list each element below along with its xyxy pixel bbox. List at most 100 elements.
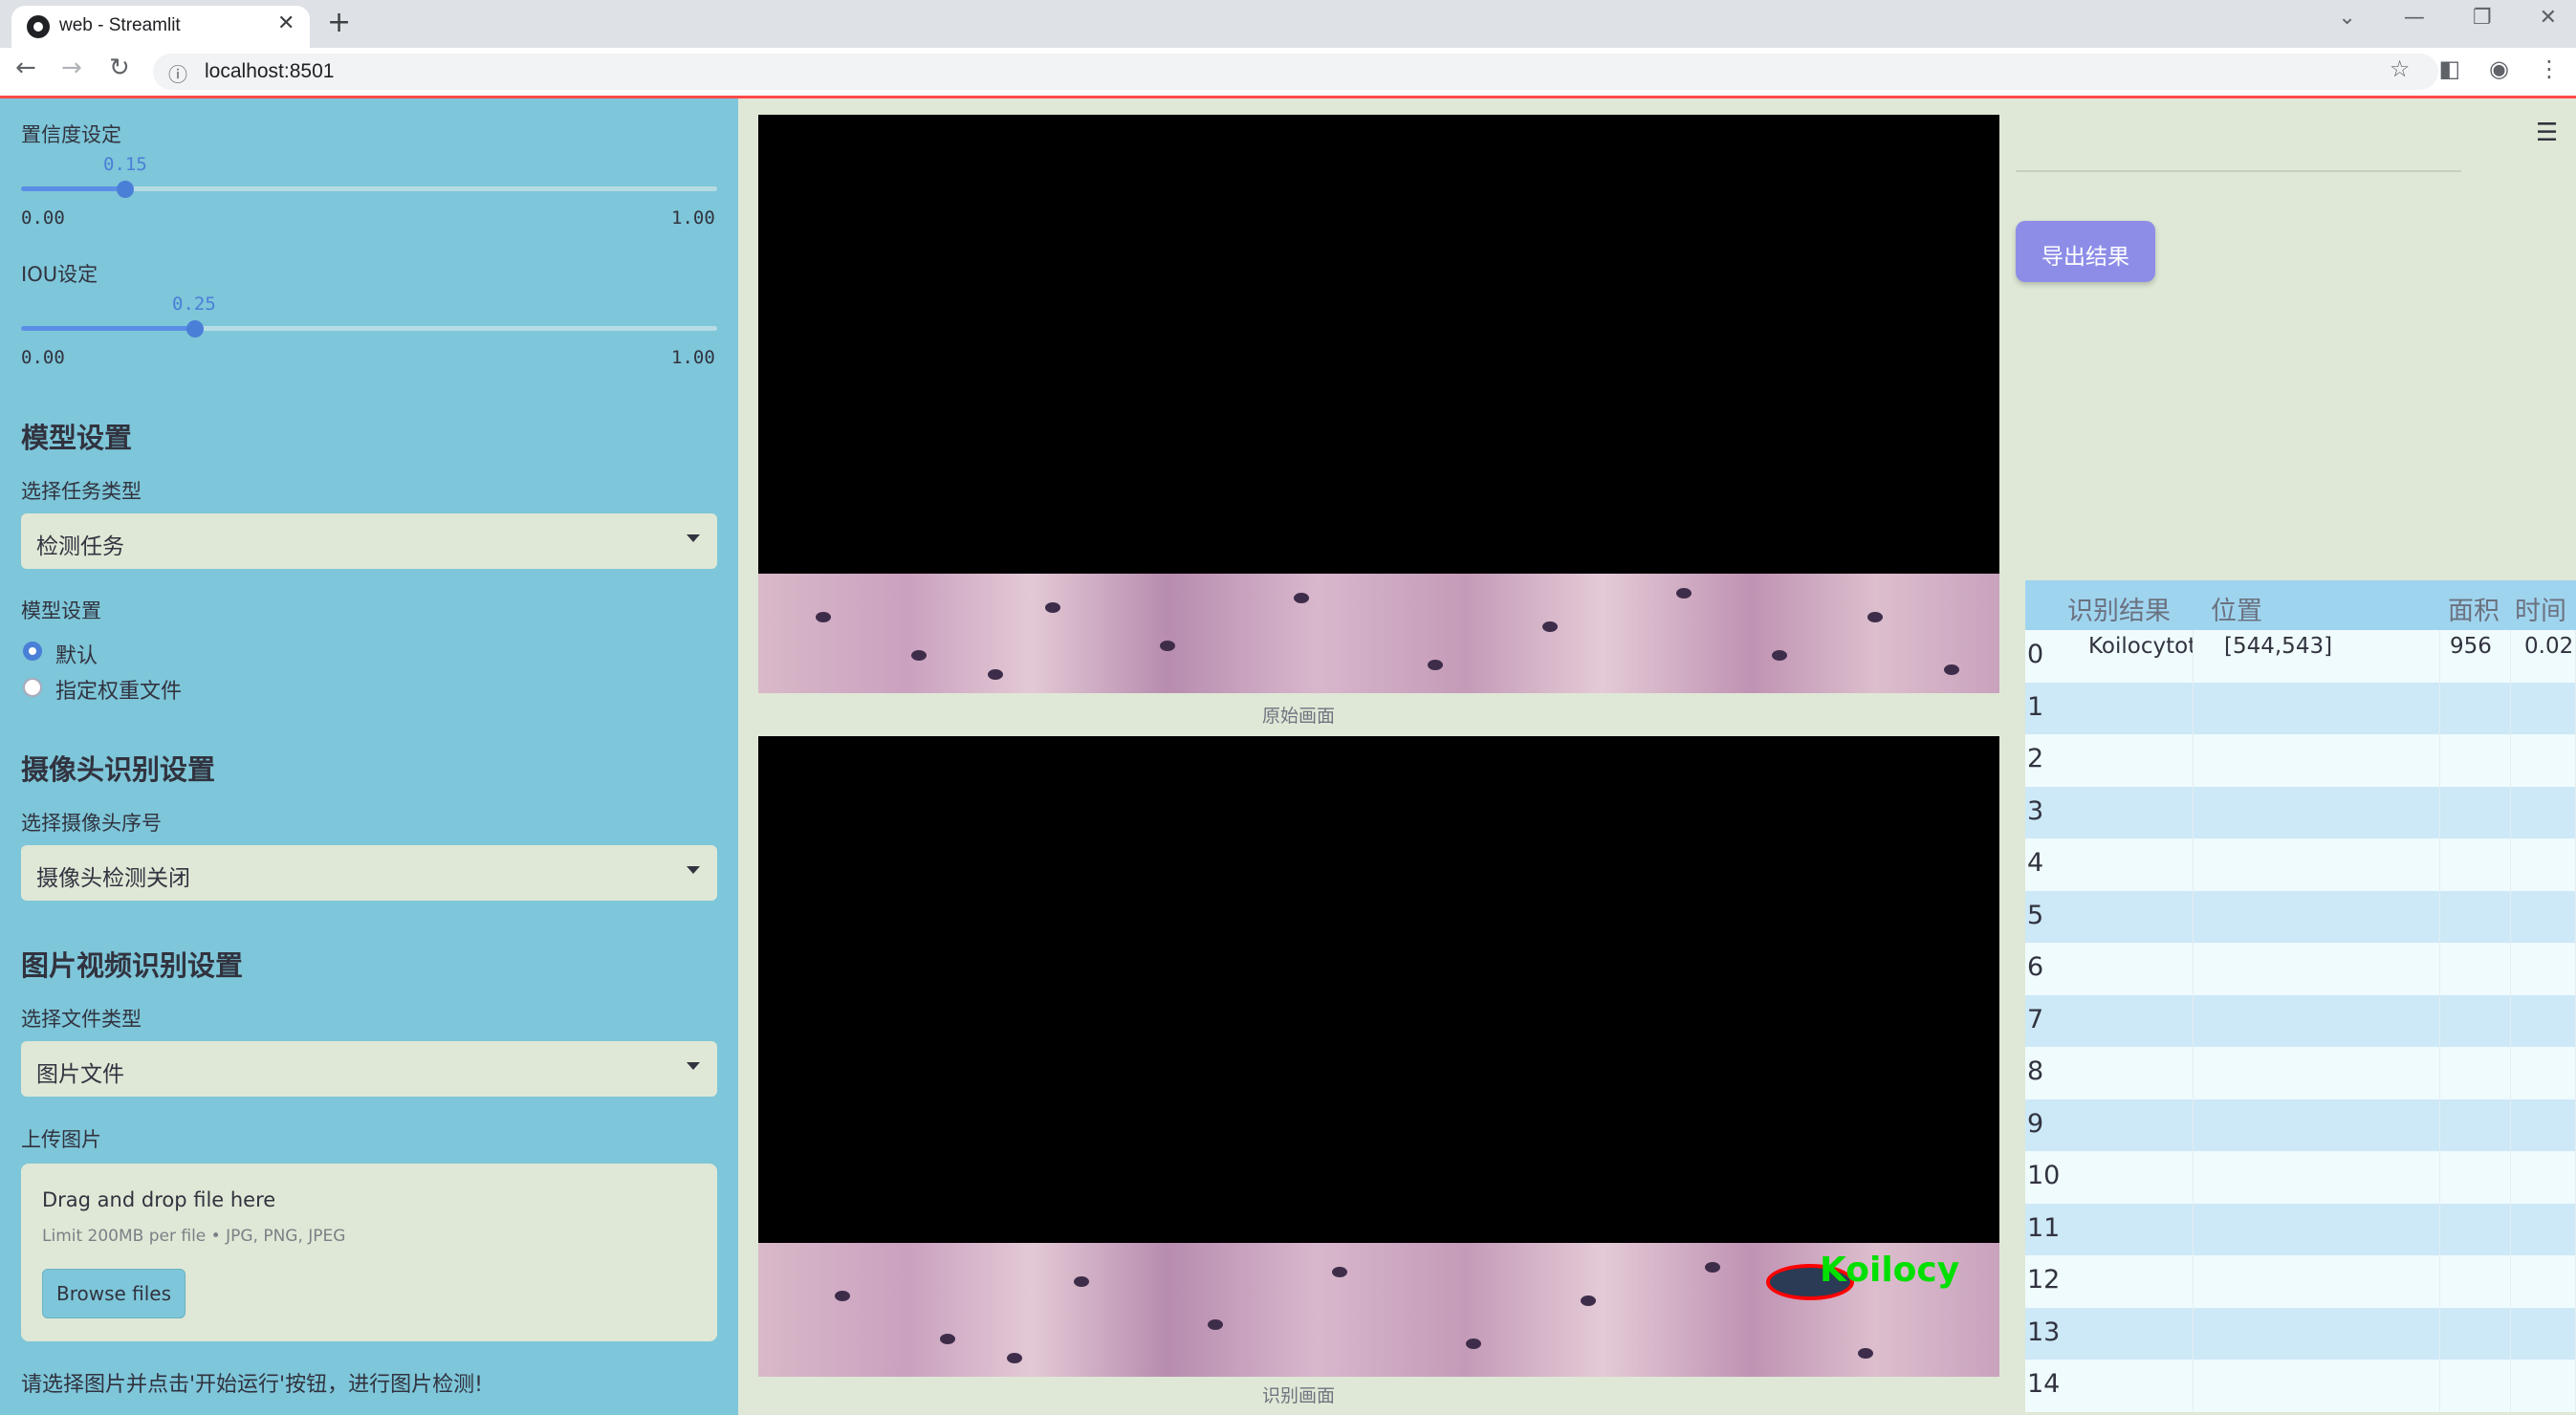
row-index: 3 xyxy=(2027,795,2044,826)
confidence-max: 1.00 xyxy=(671,207,715,229)
browser-tab-bar: web - Streamlit ✕ + ⌄ — ❐ ✕ xyxy=(0,0,2576,48)
header-result: 识别结果 xyxy=(2067,597,2171,626)
results-table[interactable]: 识别结果 位置 面积 时间 0Koilocytotic[544,543]9560… xyxy=(2025,580,2576,1412)
table-row[interactable]: 13 xyxy=(2025,1307,2576,1360)
iou-value: 0.25 xyxy=(172,294,216,315)
model-setting-label: 模型设置 xyxy=(21,599,101,622)
radio-default-label: 默认 xyxy=(55,644,98,668)
restore-icon[interactable]: ❐ xyxy=(2473,6,2492,30)
row-index: 9 xyxy=(2027,1108,2044,1139)
confidence-label: 置信度设定 xyxy=(21,123,121,146)
table-row[interactable]: 7 xyxy=(2025,994,2576,1047)
row-position xyxy=(2201,994,2440,1047)
table-row[interactable]: 6 xyxy=(2025,943,2576,995)
media-settings-heading: 图片视频识别设置 xyxy=(21,949,244,982)
row-index: 4 xyxy=(2027,848,2044,878)
browse-files-button[interactable]: Browse files xyxy=(42,1269,186,1318)
iou-slider-thumb[interactable] xyxy=(186,320,204,337)
row-result xyxy=(2067,1099,2194,1151)
task-type-select[interactable]: 检测任务 xyxy=(21,513,717,569)
forward-icon[interactable]: → xyxy=(61,54,82,82)
row-position xyxy=(2201,1047,2440,1099)
chevron-down-icon xyxy=(687,1062,700,1070)
row-position: [544,543] xyxy=(2201,630,2440,683)
table-row[interactable]: 5 xyxy=(2025,890,2576,943)
site-info-icon[interactable]: ⓘ xyxy=(168,59,187,87)
file-type-select[interactable]: 图片文件 xyxy=(21,1041,717,1097)
row-time xyxy=(2515,1255,2576,1308)
row-result xyxy=(2067,682,2194,734)
row-time xyxy=(2515,943,2576,995)
row-area xyxy=(2442,1151,2511,1204)
chevron-down-icon xyxy=(687,534,700,542)
row-position xyxy=(2201,1151,2440,1204)
row-index: 10 xyxy=(2027,1161,2061,1190)
radio-default[interactable] xyxy=(23,642,42,661)
table-row[interactable]: 12 xyxy=(2025,1255,2576,1308)
table-row[interactable]: 1 xyxy=(2025,682,2576,734)
side-panel-icon[interactable]: ◧ xyxy=(2438,55,2460,82)
camera-select[interactable]: 摄像头检测关闭 xyxy=(21,845,717,901)
new-tab-icon[interactable]: + xyxy=(327,6,351,39)
table-row[interactable]: 3 xyxy=(2025,786,2576,838)
row-area xyxy=(2442,1307,2511,1360)
file-uploader-dropzone[interactable]: Drag and drop file here Limit 200MB per … xyxy=(21,1164,717,1341)
row-time xyxy=(2515,682,2576,734)
row-position xyxy=(2201,1099,2440,1151)
row-area xyxy=(2442,734,2511,787)
file-type-value: 图片文件 xyxy=(36,1062,124,1087)
close-tab-icon[interactable]: ✕ xyxy=(277,11,295,35)
row-result xyxy=(2067,890,2194,943)
task-type-value: 检测任务 xyxy=(36,534,124,559)
row-time xyxy=(2515,890,2576,943)
row-area xyxy=(2442,786,2511,838)
table-row[interactable]: 2 xyxy=(2025,734,2576,787)
row-time xyxy=(2515,786,2576,838)
row-result: Koilocytotic xyxy=(2067,630,2194,683)
row-result xyxy=(2067,838,2194,891)
cell-image-strip xyxy=(758,574,1999,693)
header-time: 时间 xyxy=(2515,597,2566,626)
profile-icon[interactable]: ◉ xyxy=(2489,55,2509,82)
back-icon[interactable]: ← xyxy=(15,54,36,82)
address-bar[interactable]: ⓘ localhost:8501 xyxy=(153,54,2438,90)
bookmark-star-icon[interactable]: ☆ xyxy=(2390,55,2411,82)
browser-toolbar: ← → ↻ ⓘ localhost:8501 ☆ ◧ ◉ ⋮ xyxy=(0,48,2576,97)
confidence-slider-fill xyxy=(21,186,125,191)
result-image: Koilocy xyxy=(758,736,1999,1377)
row-time xyxy=(2515,1047,2576,1099)
export-results-button[interactable]: 导出结果 xyxy=(2016,221,2155,282)
close-window-icon[interactable]: ✕ xyxy=(2540,6,2557,30)
original-caption: 原始画面 xyxy=(1262,706,1336,727)
radio-custom-weights-label: 指定权重文件 xyxy=(55,680,183,704)
row-result xyxy=(2067,943,2194,995)
minimize-icon[interactable]: — xyxy=(2404,6,2425,30)
table-row[interactable]: 11 xyxy=(2025,1203,2576,1255)
row-position xyxy=(2201,943,2440,995)
tab-search-icon[interactable]: ⌄ xyxy=(2338,6,2355,30)
menu-dots-icon[interactable]: ⋮ xyxy=(2538,55,2561,82)
row-time xyxy=(2515,1360,2576,1412)
table-row[interactable]: 8 xyxy=(2025,1047,2576,1099)
table-row[interactable]: 9 xyxy=(2025,1099,2576,1151)
row-index: 0 xyxy=(2027,640,2044,669)
table-row[interactable]: 14 xyxy=(2025,1360,2576,1412)
browser-tab[interactable]: web - Streamlit ✕ xyxy=(11,6,310,48)
table-row[interactable]: 10 xyxy=(2025,1151,2576,1204)
row-time xyxy=(2515,734,2576,787)
row-index: 7 xyxy=(2027,1004,2044,1034)
camera-index-label: 选择摄像头序号 xyxy=(21,812,162,835)
row-result xyxy=(2067,786,2194,838)
row-index: 1 xyxy=(2027,691,2044,722)
table-row[interactable]: 0 Koilocytotic[544,543]9560.02 xyxy=(2025,630,2576,683)
chevron-down-icon xyxy=(687,866,700,874)
row-index: 14 xyxy=(2027,1369,2061,1399)
cell-image-strip-result: Koilocy xyxy=(758,1243,1999,1377)
export-results-label: 导出结果 xyxy=(2041,245,2129,270)
confidence-slider-thumb[interactable] xyxy=(117,181,134,198)
table-row[interactable]: 4 xyxy=(2025,838,2576,891)
hamburger-menu-icon[interactable]: ☰ xyxy=(2536,119,2558,147)
radio-custom-weights[interactable] xyxy=(23,678,42,697)
table-header: 识别结果 位置 面积 时间 xyxy=(2025,580,2576,630)
reload-icon[interactable]: ↻ xyxy=(109,54,130,82)
